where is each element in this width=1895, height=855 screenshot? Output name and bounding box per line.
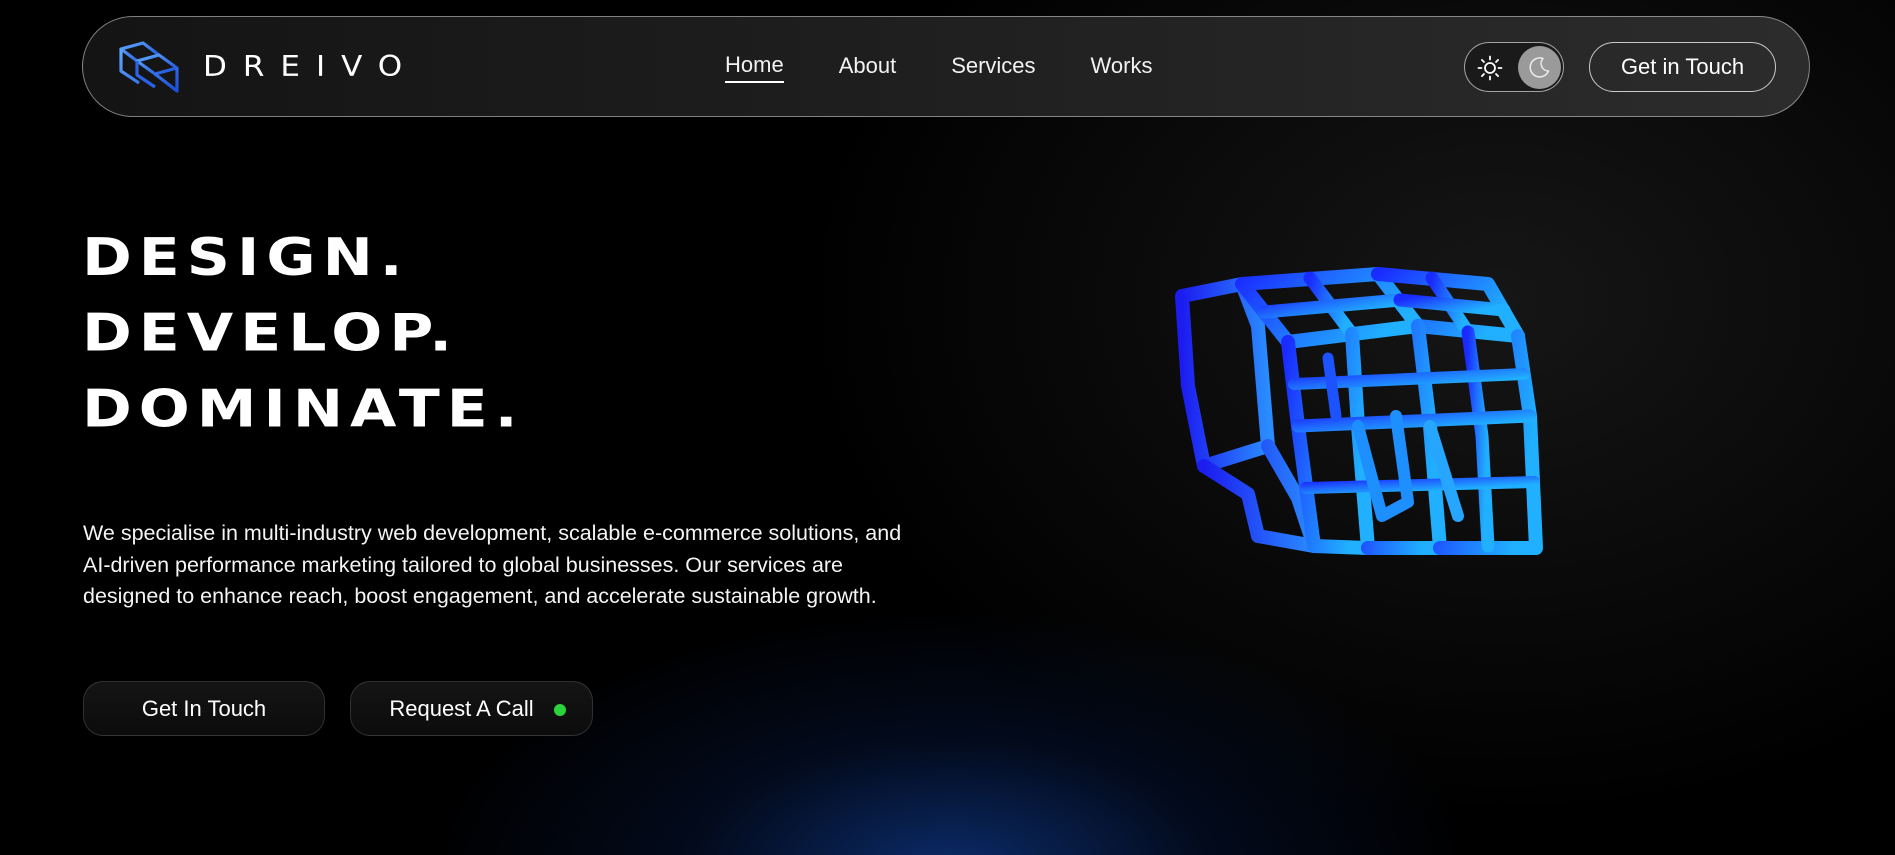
- get-in-touch-button[interactable]: Get In Touch: [83, 681, 325, 736]
- brand-logo[interactable]: DREIVO: [115, 41, 418, 93]
- hero-headline: DESIGN. DEVELOP. DOMINATE.: [82, 220, 525, 447]
- nav-link-home[interactable]: Home: [725, 52, 784, 83]
- request-a-call-button[interactable]: Request A Call: [350, 681, 593, 736]
- get-in-touch-nav-button[interactable]: Get in Touch: [1589, 42, 1776, 92]
- headline-line-develop: DEVELOP.: [82, 303, 460, 364]
- sun-icon: [1477, 55, 1503, 81]
- nav-link-services[interactable]: Services: [951, 53, 1035, 82]
- nav-link-works[interactable]: Works: [1091, 53, 1153, 82]
- hero-description: We specialise in multi-industry web deve…: [83, 521, 902, 608]
- main-nav: Home About Services Works: [725, 17, 1152, 118]
- brand-name: DREIVO: [203, 50, 419, 84]
- top-navbar: DREIVO Home About Services Works Get in …: [82, 16, 1810, 117]
- online-status-dot: [554, 704, 566, 716]
- dreivo-logo-icon: [119, 41, 179, 93]
- theme-toggle[interactable]: [1464, 42, 1564, 92]
- moon-icon: [1529, 57, 1550, 78]
- theme-toggle-knob: [1518, 46, 1561, 89]
- headline-line-dominate: DOMINATE.: [82, 379, 525, 440]
- nav-link-about[interactable]: About: [839, 53, 897, 82]
- request-a-call-label: Request A Call: [389, 695, 534, 721]
- blue-3d-lattice-illustration: [1175, 267, 1543, 555]
- headline-line-design: DESIGN.: [82, 227, 410, 288]
